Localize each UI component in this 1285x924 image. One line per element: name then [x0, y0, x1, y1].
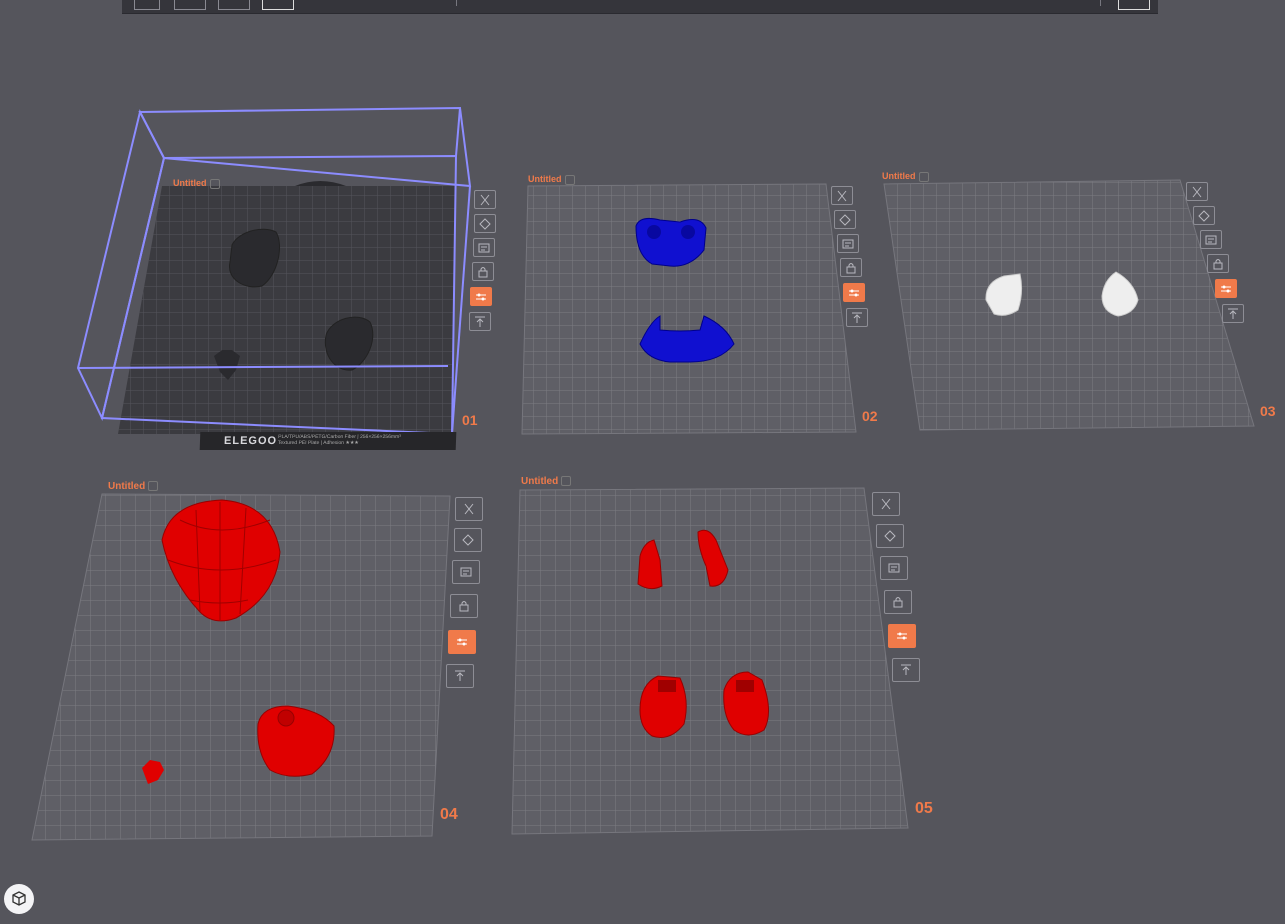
plate-05-title: Untitled: [521, 476, 572, 487]
close-icon: [881, 498, 891, 510]
plate-05-title-text: Untitled: [521, 476, 559, 487]
plate-05-slice-button[interactable]: [892, 658, 920, 682]
plate-05-orient-button[interactable]: [876, 524, 904, 548]
edit-icon[interactable]: [561, 476, 572, 487]
orient-icon: [884, 530, 896, 542]
slice-icon: [901, 664, 911, 675]
plate-05-close-button[interactable]: [872, 492, 900, 516]
plate-05-number: 05: [915, 800, 933, 817]
settings-icon: [897, 632, 907, 640]
plate-05-arrange-button[interactable]: [880, 556, 908, 580]
plate-05-lock-button[interactable]: [884, 590, 912, 614]
plate-05-bed: [511, 487, 909, 835]
view-cube-button[interactable]: [4, 884, 34, 914]
plate-05-settings-button[interactable]: [888, 624, 916, 648]
arrange-icon: [888, 563, 900, 573]
cube-icon: [12, 891, 26, 906]
lock-icon: [893, 597, 903, 608]
